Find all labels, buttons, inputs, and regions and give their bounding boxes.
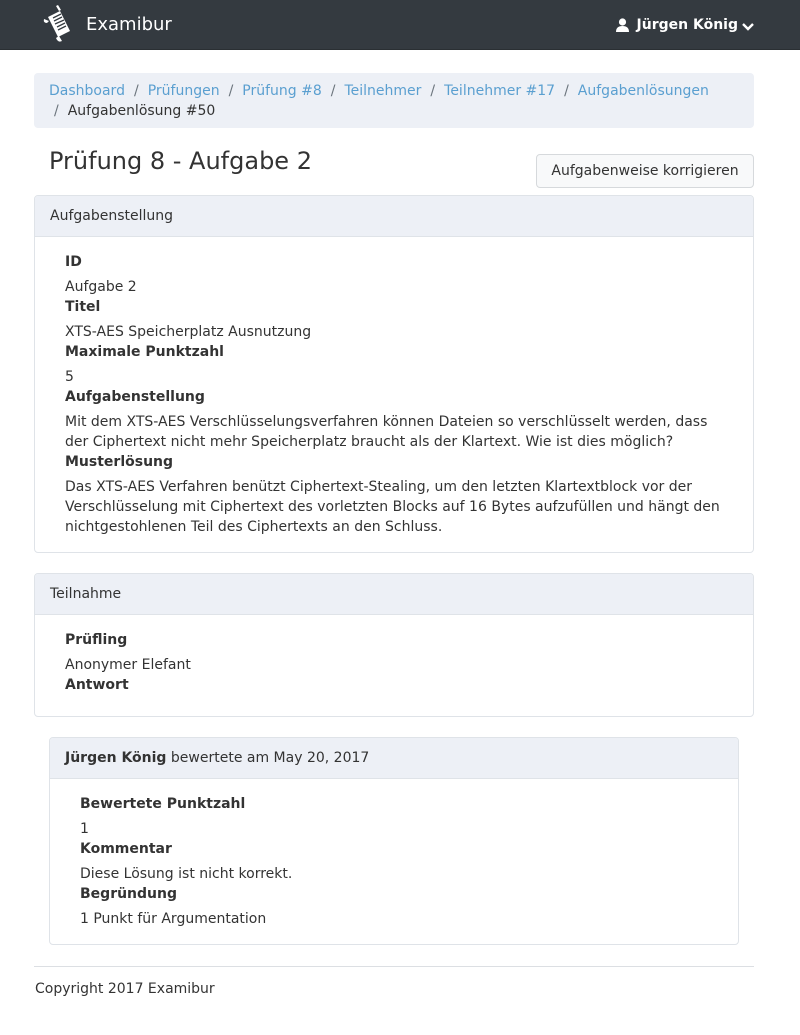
breadcrumb-participants[interactable]: Teilnehmer (344, 83, 421, 99)
task-card: Aufgabenstellung ID Aufgabe 2 Titel XTS-… (34, 195, 754, 553)
field-value: Diese Lösung ist nicht korrekt. (80, 866, 293, 882)
breadcrumb-current: Aufgabenlösung #50 (67, 103, 216, 119)
rating-card: Jürgen König bewertete am May 20, 2017 B… (49, 737, 739, 945)
breadcrumb-separator: / (430, 83, 436, 99)
correct-by-task-button[interactable]: Aufgabenweise korrigieren (536, 154, 754, 188)
field-label: Antwort (65, 677, 129, 693)
task-card-header: Aufgabenstellung (35, 196, 753, 237)
participation-card-header: Teilnahme (35, 574, 753, 615)
field-value: Aufgabe 2 (65, 279, 137, 295)
field-value: Das XTS-AES Verfahren benützt Ciphertext… (65, 479, 720, 535)
rated-date-text: bewertete am May 20, 2017 (170, 750, 370, 766)
breadcrumb-exam[interactable]: Prüfung #8 (242, 83, 321, 99)
user-menu[interactable]: Jürgen König (615, 16, 754, 33)
field-value: Mit dem XTS-AES Verschlüsselungsverfahre… (65, 414, 708, 450)
field-label: Prüfling (65, 632, 128, 648)
scroll-quill-icon (40, 4, 74, 45)
field-label: Maximale Punktzahl (65, 344, 224, 360)
footer-divider (34, 966, 754, 967)
breadcrumb-separator: / (228, 83, 234, 99)
participation-details: Prüfling Anonymer Elefant Antwort (35, 615, 753, 695)
field-label: Aufgabenstellung (65, 389, 205, 405)
field-value: 5 (65, 369, 74, 385)
breadcrumb-separator: / (133, 83, 139, 99)
rater-name: Jürgen König (65, 750, 167, 766)
brand-link[interactable]: Examibur (40, 4, 172, 45)
field-label: Titel (65, 299, 101, 315)
breadcrumb-exams[interactable]: Prüfungen (148, 83, 220, 99)
user-icon (615, 17, 629, 32)
rating-card-header: Jürgen König bewertete am May 20, 2017 (50, 738, 738, 779)
user-name: Jürgen König (636, 16, 738, 33)
navbar: Examibur Jürgen König (0, 0, 800, 50)
participation-card: Teilnahme Prüfling Anonymer Elefant Antw… (34, 573, 754, 717)
breadcrumb-separator: / (54, 103, 59, 119)
breadcrumb-solutions[interactable]: Aufgabenlösungen (578, 83, 709, 99)
field-label: Musterlösung (65, 454, 174, 470)
field-value: 1 (80, 821, 89, 837)
breadcrumb: Dashboard / Prüfungen / Prüfung #8 / Teilnehme… (34, 73, 754, 128)
breadcrumb-separator: / (564, 83, 569, 99)
field-label: Kommentar (80, 841, 172, 857)
chevron-down-icon (742, 20, 754, 31)
page-title: Prüfung 8 - Aufgabe 2 (49, 147, 312, 175)
field-label: ID (65, 254, 82, 270)
breadcrumb-dashboard[interactable]: Dashboard (49, 83, 125, 99)
field-label: Bewertete Punktzahl (80, 796, 246, 812)
field-value: XTS-AES Speicherplatz Ausnutzung (65, 324, 312, 340)
brand-name: Examibur (86, 14, 172, 35)
field-label: Begründung (80, 886, 178, 902)
footer-copyright: Copyright 2017 Examibur (35, 981, 215, 997)
breadcrumb-separator: / (330, 83, 336, 99)
field-value: Anonymer Elefant (65, 657, 191, 673)
task-details: ID Aufgabe 2 Titel XTS-AES Speicherplatz… (35, 237, 753, 537)
breadcrumb-participant[interactable]: Teilnehmer #17 (444, 83, 555, 99)
field-value: 1 Punkt für Argumentation (80, 911, 267, 927)
rating-details: Bewertete Punktzahl 1 Kommentar Diese Lö… (50, 779, 738, 929)
